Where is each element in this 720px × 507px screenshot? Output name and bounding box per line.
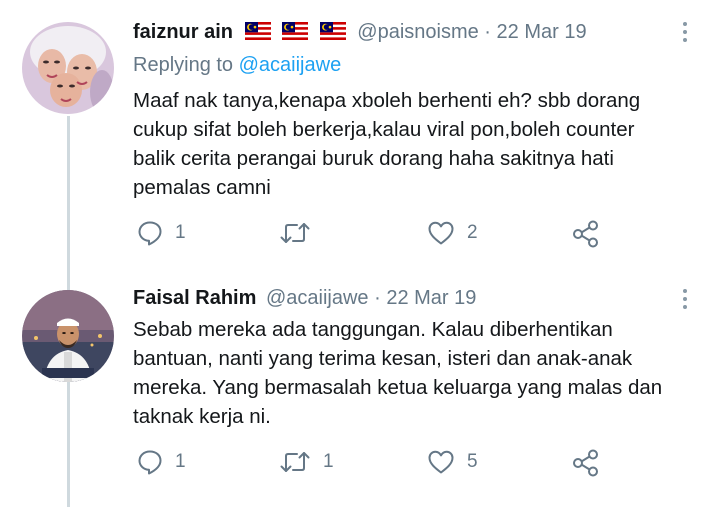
display-name[interactable]: faiznur ain [133, 21, 233, 43]
avatar[interactable] [22, 290, 114, 382]
tweet-text-line: pemalas camni [133, 176, 271, 199]
more-options-icon[interactable] [680, 289, 690, 313]
tweet-text-line: Maaf nak tanya,kenapa xboleh berhenti eh… [133, 89, 641, 112]
tweet-text-line: balik cerita perangai buruk dorang haha … [133, 147, 614, 170]
tweet-text: Sebab mereka ada tanggungan. Kalau diber… [133, 315, 703, 431]
malaysia-flag-icon [319, 22, 346, 40]
reply-count: 1 [175, 222, 186, 243]
retweet-icon [280, 452, 310, 472]
tweet-text-line: Sebab mereka ada tanggungan. Kalau diber… [133, 318, 613, 341]
avatar[interactable] [22, 22, 114, 114]
tweet-text-line: cukup sifat boleh berkerja,kalau viral p… [133, 118, 635, 141]
tweet-date[interactable]: 22 Mar 19 [497, 21, 587, 43]
user-handle[interactable]: @acaiijawe [266, 287, 369, 309]
separator-dot: · [374, 287, 381, 309]
share-icon [573, 220, 598, 248]
tweet-date[interactable]: 22 Mar 19 [386, 287, 476, 309]
like-icon [428, 450, 454, 474]
tweet-actions: 1 1 5 [133, 449, 713, 479]
tweet-text: Maaf nak tanya,kenapa xboleh berhenti eh… [133, 86, 703, 202]
malaysia-flag-icon [244, 22, 271, 40]
replying-to: Replying to @acaiijawe [133, 54, 341, 77]
replying-to-prefix: Replying to [133, 54, 234, 76]
retweet-count: 1 [323, 451, 334, 472]
like-button[interactable]: 2 [427, 220, 478, 246]
separator-dot: · [484, 21, 491, 43]
reply-button[interactable]: 1 [137, 449, 186, 475]
like-icon [428, 221, 454, 245]
reply-icon [138, 450, 162, 475]
tweet-text-line: taknak kerja ni. [133, 405, 271, 428]
share-icon [573, 449, 598, 477]
reply-icon [138, 221, 162, 246]
share-button[interactable] [571, 449, 601, 477]
user-handle[interactable]: @paisnoisme [357, 21, 478, 43]
more-options-icon[interactable] [680, 22, 690, 46]
like-count: 5 [467, 451, 478, 472]
tweet-actions: 1 2 [133, 220, 713, 250]
tweet-text-line: bantuan, nanti yang terima kesan, isteri… [133, 347, 633, 370]
reply-count: 1 [175, 451, 186, 472]
share-button[interactable] [571, 220, 601, 248]
retweet-button[interactable]: 1 [279, 449, 334, 475]
tweet-text-line: mereka. Yang bermasalah ketua keluarga y… [133, 376, 663, 399]
reply-button[interactable]: 1 [137, 220, 186, 246]
tweet-header: Faisal Rahim @acaiijawe · 22 Mar 19 [133, 287, 476, 310]
tweet-header: faiznur ain @paisnoisme · 22 Mar 19 [133, 21, 587, 44]
malaysia-flag-icon [282, 22, 309, 40]
display-name[interactable]: Faisal Rahim [133, 287, 256, 309]
like-count: 2 [467, 222, 478, 243]
retweet-icon [280, 223, 310, 243]
retweet-button[interactable] [279, 220, 323, 246]
like-button[interactable]: 5 [427, 449, 478, 475]
replying-to-link[interactable]: @acaiijawe [239, 54, 342, 76]
